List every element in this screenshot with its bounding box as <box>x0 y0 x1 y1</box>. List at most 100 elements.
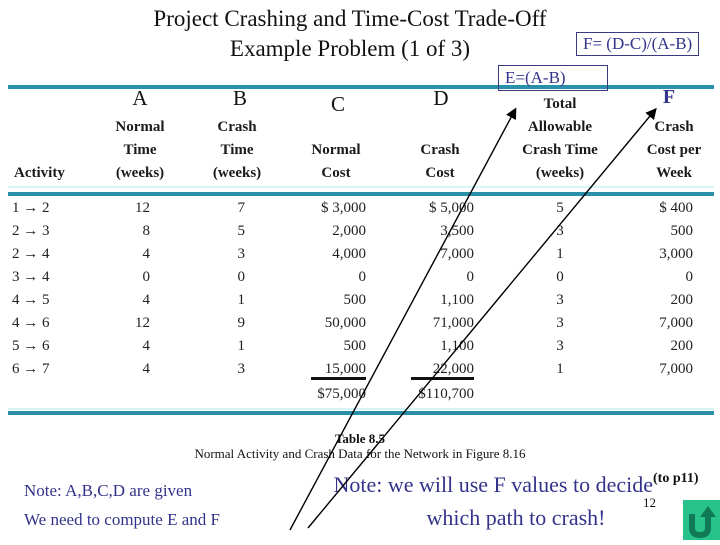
note-given-values: Note: A,B,C,D are given We need to compu… <box>24 476 220 534</box>
cell-allowable-crash-time: 0 <box>556 269 564 285</box>
header-normal-cost: Normal Cost <box>296 139 376 185</box>
cell-normal-time: 4 <box>142 246 151 262</box>
table-row: 3 → 4 0 0 0 0 0 0 <box>0 266 720 289</box>
cell-normal-time: 12 <box>135 315 150 331</box>
header-line: Allowable <box>527 119 593 135</box>
header-crash-cost-per-week: Crash Cost per Week <box>634 116 714 185</box>
cell-crash-cost-per-week: 3,000 <box>659 246 693 262</box>
cell-activity: 6 → 7 <box>12 361 50 377</box>
table-row: 4 → 6 12 9 50,000 71,000 3 7,000 <box>0 312 720 335</box>
cell-crash-cost-per-week: 200 <box>670 292 694 308</box>
cell-crash-time: 3 <box>237 246 246 262</box>
note-left-line-2: We need to compute E and F <box>24 510 220 529</box>
table-caption-subtitle: Normal Activity and Crash Data for the N… <box>194 446 526 461</box>
cell-crash-cost: $ 5,000 <box>429 200 474 216</box>
cell-normal-cost: 50,000 <box>324 315 366 331</box>
page-number: 12 <box>643 495 656 510</box>
cell-crash-cost: 7,000 <box>440 246 474 262</box>
cell-allowable-crash-time: 3 <box>556 292 564 308</box>
cell-crash-cost-per-week: 200 <box>670 338 694 354</box>
cell-normal-cost: 2,000 <box>332 223 366 239</box>
header-line: Crash Time <box>522 142 598 158</box>
cell-normal-time: 4 <box>142 338 151 354</box>
cell-crash-time: 9 <box>237 315 246 331</box>
header-line: (weeks) <box>115 165 165 181</box>
title-line-1: Project Crashing and Time-Cost Trade-Off <box>153 6 547 31</box>
cell-normal-time: 12 <box>135 200 150 216</box>
header-crash-time: Crash Time (weeks) <box>197 116 277 185</box>
cell-activity: 4 → 5 <box>12 292 50 308</box>
link-to-page-11[interactable]: (to p11) <box>653 471 699 486</box>
title-line-2: Example Problem (1 of 3) <box>229 36 471 61</box>
header-activity: Activity <box>8 162 84 185</box>
table-row: 1 → 2 12 7 $ 3,000 $ 5,000 5 $ 400 <box>0 197 720 220</box>
formula-f-box: F= (D-C)/(A-B) <box>576 32 700 56</box>
table-row: 2 → 4 4 3 4,000 7,000 1 3,000 <box>0 243 720 266</box>
header-line: Crash <box>420 142 460 158</box>
cell-allowable-crash-time: 1 <box>556 361 564 377</box>
header-line: Time <box>220 142 254 158</box>
column-letter-c: C <box>330 92 345 116</box>
cell-normal-time: 0 <box>142 269 151 285</box>
total-crash-cost: $110,700 <box>418 386 474 402</box>
note-right-text: Note: we will use F values to decide <box>333 472 654 497</box>
header-normal-time: Normal Time (weeks) <box>100 116 180 185</box>
cell-crash-cost: 3,500 <box>440 223 474 239</box>
table-bottom-rule <box>8 411 714 415</box>
cell-crash-time: 1 <box>237 338 246 354</box>
cell-allowable-crash-time: 3 <box>556 338 564 354</box>
cell-normal-time: 4 <box>142 292 151 308</box>
cell-crash-time: 1 <box>237 292 246 308</box>
header-line: Week <box>656 165 692 181</box>
total-normal-cost: $75,000 <box>317 386 366 402</box>
cell-normal-cost: 500 <box>343 292 367 308</box>
cell-crash-time: 3 <box>237 361 246 377</box>
header-line: Cost <box>321 165 351 181</box>
table-row: 4 → 5 4 1 500 1,100 3 200 <box>0 289 720 312</box>
cell-activity: 1 → 2 <box>12 200 50 216</box>
table-row: 5 → 6 4 1 500 1,100 3 200 <box>0 335 720 358</box>
table-bottom-light <box>8 408 714 410</box>
table-caption-title: Table 8.5 <box>334 431 386 446</box>
column-letter-f: F <box>662 86 676 108</box>
formula-e-box: E=(A-B) <box>498 65 608 91</box>
cell-activity: 3 → 4 <box>12 269 50 285</box>
cell-crash-cost-per-week: 7,000 <box>659 361 693 377</box>
header-line: Crash <box>217 119 257 135</box>
cell-allowable-crash-time: 5 <box>556 200 564 216</box>
cell-allowable-crash-time: 3 <box>556 315 564 331</box>
cell-crash-cost: 71,000 <box>432 315 474 331</box>
column-letter-b: B <box>232 86 247 110</box>
header-line: Total <box>543 96 577 112</box>
crash-cost-sum-line <box>411 377 474 380</box>
cell-crash-cost-per-week: 500 <box>670 223 694 239</box>
cell-normal-cost: 4,000 <box>332 246 366 262</box>
cell-activity: 2 → 4 <box>12 246 50 262</box>
cell-crash-cost-per-week: 0 <box>685 269 694 285</box>
cell-crash-time: 0 <box>237 269 246 285</box>
note-right-line-2: which path to crash! <box>426 505 606 530</box>
header-line: (weeks) <box>535 165 585 181</box>
cell-crash-time: 7 <box>237 200 246 216</box>
normal-cost-sum-line <box>311 377 366 380</box>
cell-crash-cost-per-week: $ 400 <box>659 200 693 216</box>
return-button[interactable] <box>683 500 720 540</box>
header-line: Normal <box>115 119 165 135</box>
column-letter-a: A <box>132 86 148 110</box>
note-left-line-1: Note: A,B,C,D are given <box>24 481 193 500</box>
header-bottom-rule <box>8 192 714 196</box>
cell-normal-cost: $ 3,000 <box>321 200 366 216</box>
table-top-rule <box>8 85 714 89</box>
u-turn-arrow-icon <box>689 506 716 539</box>
header-crash-cost: Crash Cost <box>400 139 480 185</box>
header-line: Time <box>123 142 157 158</box>
cell-activity: 2 → 3 <box>12 223 50 239</box>
cell-normal-cost: 0 <box>358 269 367 285</box>
cell-crash-cost: 1,100 <box>440 338 474 354</box>
cell-crash-cost: 1,100 <box>440 292 474 308</box>
cell-activity: 5 → 6 <box>12 338 50 354</box>
slide-title: Project Crashing and Time-Cost Trade-Off… <box>130 4 570 64</box>
column-letter-d: D <box>433 86 449 110</box>
header-line: Cost per <box>646 142 702 158</box>
header-line: Crash <box>654 119 694 135</box>
